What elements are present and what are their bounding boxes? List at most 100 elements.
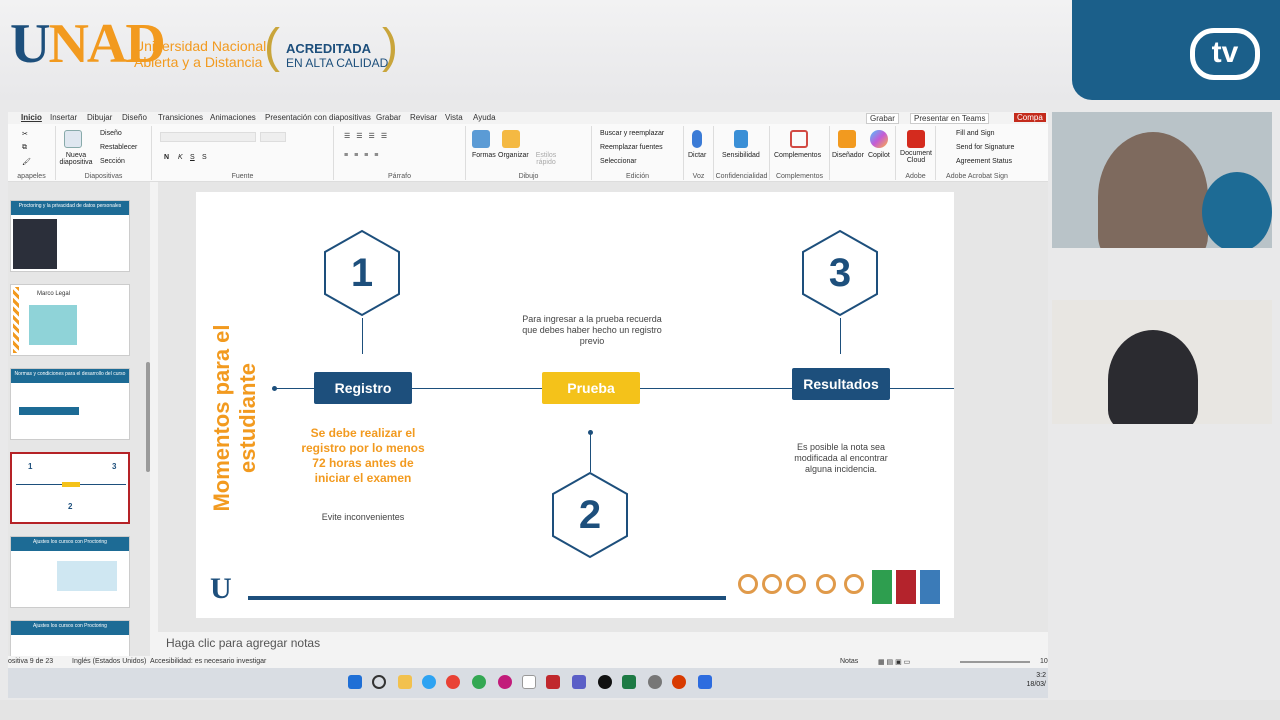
send-signature-button[interactable]: Send for Signature [956, 144, 1014, 151]
slide-thumbnail[interactable]: Ajustes los cursos con Proctoring [10, 536, 130, 608]
app-icon[interactable] [498, 675, 512, 689]
cut-icon[interactable]: ✂ [22, 130, 28, 138]
slide-thumbnail[interactable]: Ajustes los cursos con Proctoring [10, 620, 130, 656]
tab-transiciones[interactable]: Transiciones [158, 113, 203, 122]
agreement-status-button[interactable]: Agreement Status [956, 158, 1012, 165]
document-cloud-button[interactable]: Document Cloud [898, 150, 934, 164]
zoom-icon[interactable] [698, 675, 712, 689]
italic-button[interactable]: K [178, 154, 183, 161]
slide-thumbnail[interactable]: Proctoring y la privacidad de datos pers… [10, 200, 130, 272]
new-slide-button[interactable] [64, 130, 82, 150]
calendar-icon[interactable] [522, 675, 536, 689]
microphone-icon[interactable] [692, 130, 702, 150]
copilot-button[interactable]: Copilot [868, 152, 890, 159]
document-icon[interactable] [546, 675, 560, 689]
file-explorer-icon[interactable] [398, 675, 412, 689]
search-icon[interactable] [372, 675, 386, 689]
thumbnail-image [13, 219, 57, 269]
ribbon-tabs: Inicio Insertar Dibujar Diseño Transicio… [8, 112, 1048, 124]
start-icon[interactable] [348, 675, 362, 689]
header-banner: UNAD Universidad Nacional Abierta y a Di… [0, 0, 1280, 100]
slide-thumbnail[interactable]: Normas y condiciones para el desarrollo … [10, 368, 130, 440]
copy-icon[interactable]: ⧉ [22, 144, 27, 152]
excel-icon[interactable] [622, 675, 636, 689]
find-replace-button[interactable]: Buscar y reemplazar [600, 130, 664, 137]
designer-button[interactable]: Diseñador [832, 152, 864, 159]
shapes-button[interactable]: Formas [472, 152, 496, 159]
accreditation-badge: ( ACREDITADA EN ALTA CALIDAD ) [264, 14, 404, 80]
tab-vista[interactable]: Vista [445, 113, 463, 122]
addins-button[interactable]: Complementos [774, 152, 821, 159]
certification-seal-icon [786, 574, 806, 594]
pdf-icon[interactable] [907, 130, 925, 150]
settings-icon[interactable] [648, 675, 662, 689]
tab-inicio[interactable]: Inicio [21, 113, 42, 122]
present-teams-button[interactable]: Presentar en Teams [910, 113, 990, 124]
sensitivity-icon[interactable] [734, 130, 748, 150]
quick-styles-button[interactable]: Estilos rápido [532, 152, 560, 166]
share-button[interactable]: Compa [1014, 113, 1046, 122]
zoom-slider[interactable] [960, 661, 1030, 663]
university-name: Universidad Nacional Abierta y a Distanc… [134, 38, 267, 70]
step-2-label: Prueba [542, 372, 640, 404]
font-family-select[interactable] [160, 132, 256, 142]
tab-animaciones[interactable]: Animaciones [210, 113, 256, 122]
app-icon[interactable] [598, 675, 612, 689]
clipboard-group: ✂ ⧉ 🖌 apapeles [8, 126, 56, 180]
chrome-icon[interactable] [446, 675, 460, 689]
replace-fonts-button[interactable]: Reemplazar fuentes [600, 144, 663, 151]
record-button[interactable]: Grabar [866, 113, 899, 124]
underline-button[interactable]: S [190, 154, 195, 161]
layout-button[interactable]: Diseño [100, 130, 122, 137]
language-indicator[interactable]: Inglés (Estados Unidos) [72, 658, 146, 665]
sensitivity-button[interactable]: Sensibilidad [722, 152, 760, 159]
strikethrough-button[interactable]: S [202, 154, 207, 161]
tab-ayuda[interactable]: Ayuda [473, 113, 496, 122]
format-painter-icon[interactable]: 🖌 [22, 158, 31, 166]
copilot-icon[interactable] [870, 130, 888, 150]
shapes-icon[interactable] [472, 130, 490, 150]
select-button[interactable]: Seleccionar [600, 158, 637, 165]
reset-button[interactable]: Restablecer [100, 144, 137, 151]
step-1-connector [362, 318, 363, 354]
notes-toggle[interactable]: Notas [840, 658, 858, 665]
tab-diseno[interactable]: Diseño [122, 113, 147, 122]
zoom-level: 10 [1040, 658, 1048, 665]
tab-dibujar[interactable]: Dibujar [87, 113, 112, 122]
slide-thumbnail-selected[interactable]: 1 3 2 [10, 452, 130, 524]
laurel-icon: ) [382, 20, 398, 73]
notes-pane[interactable]: Haga clic para agregar notas [158, 632, 1048, 656]
addins-icon[interactable] [790, 130, 808, 150]
list-icons[interactable]: ☰☰☰☰ [344, 132, 393, 140]
designer-icon[interactable] [838, 130, 856, 150]
tv-logo: tv [1190, 28, 1260, 80]
fill-sign-button[interactable]: Fill and Sign [956, 130, 995, 137]
current-slide[interactable]: Momentos para el estudiante 1 Registro S… [196, 192, 954, 618]
arrange-icon[interactable] [502, 130, 520, 150]
step-3-connector [840, 318, 841, 354]
presenter-video [1052, 112, 1272, 248]
new-slide-label: Nueva diapositiva [59, 152, 93, 166]
tab-presentacion[interactable]: Presentación con diapositivas [265, 113, 371, 122]
section-button[interactable]: Sección [100, 158, 125, 165]
tab-grabar[interactable]: Grabar [376, 113, 401, 122]
dictate-button[interactable]: Dictar [688, 152, 706, 159]
arrange-button[interactable]: Organizar [498, 152, 529, 159]
tab-revisar[interactable]: Revisar [410, 113, 437, 122]
certification-seal-icon [816, 574, 836, 594]
slide-thumbnail[interactable]: Marco Legal [10, 284, 130, 356]
browser-icon[interactable] [472, 675, 486, 689]
slide-thumbnails-pane: Proctoring y la privacidad de datos pers… [8, 182, 150, 656]
align-icons[interactable]: ≡≡≡≡ [344, 152, 384, 159]
certification-badge-icon [872, 570, 892, 604]
bold-button[interactable]: N [164, 154, 169, 161]
tab-insertar[interactable]: Insertar [50, 113, 77, 122]
powerpoint-icon[interactable] [672, 675, 686, 689]
step-3-note: Es posible la nota sea modificada al enc… [794, 442, 888, 474]
edge-icon[interactable] [422, 675, 436, 689]
view-icons[interactable]: ▦ ▤ ▣ ▭ [878, 658, 910, 666]
font-size-select[interactable] [260, 132, 286, 142]
thumbnails-scrollbar[interactable] [146, 362, 150, 472]
teams-icon[interactable] [572, 675, 586, 689]
accessibility-indicator[interactable]: Accesibilidad: es necesario investigar [150, 658, 266, 665]
